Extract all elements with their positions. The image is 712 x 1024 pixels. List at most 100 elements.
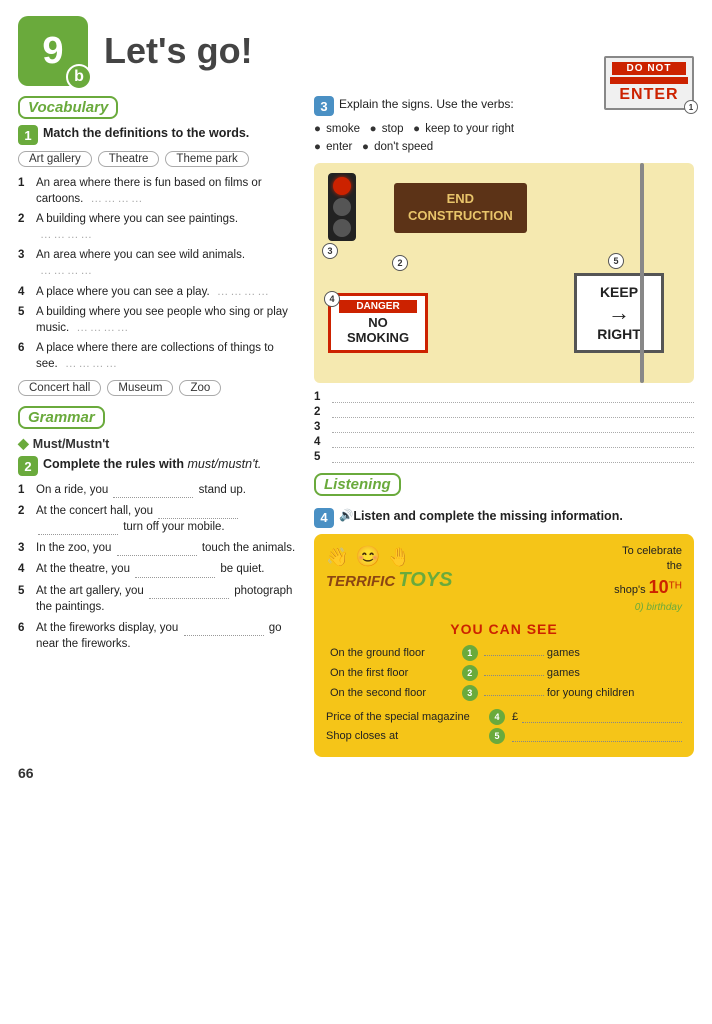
end-construction-sign: ENDCONSTRUCTION bbox=[394, 183, 527, 233]
sign-number-1: 1 bbox=[684, 100, 698, 114]
floor-badge-3: 3 bbox=[462, 685, 478, 701]
chapter-letter-badge: b bbox=[66, 64, 92, 90]
dne-line1: DO NOT bbox=[612, 62, 686, 75]
chapter-number: 9 bbox=[42, 30, 63, 73]
sign-answer-5: 5 bbox=[314, 451, 694, 463]
fill-item-4: 4 At the theatre, you be quiet. bbox=[18, 561, 298, 577]
definition-2: 2 A building where you can see paintings… bbox=[18, 211, 298, 243]
sign-answer-3: 3 bbox=[314, 421, 694, 433]
shop-row: Shop closes at 5 bbox=[326, 728, 682, 744]
chapter-letter: b bbox=[74, 68, 84, 86]
floor-row-3: On the second floor 3 for young children bbox=[326, 683, 682, 703]
smiley-icon: 😊 bbox=[356, 546, 381, 568]
exercise-4-instruction: Listen and complete the missing informat… bbox=[353, 508, 622, 526]
no-smoking-text: NOSMOKING bbox=[339, 315, 417, 346]
traffic-light bbox=[328, 173, 356, 241]
definition-1: 1 An area where there is fun based on fi… bbox=[18, 175, 298, 207]
tl-red-light bbox=[333, 177, 351, 195]
word-tags-top: Art gallery Theatre Theme park bbox=[18, 151, 298, 167]
definitions-list: 1 An area where there is fun based on fi… bbox=[18, 175, 298, 372]
exercise-1-badge: 1 bbox=[18, 125, 38, 145]
listening-header: Listening bbox=[314, 473, 401, 496]
right-column: DO NOT ENTER 1 3 Explain the signs. Use … bbox=[314, 96, 694, 757]
right-hand-icon: 🤚 bbox=[388, 547, 410, 567]
left-column: Vocabulary 1 Match the definitions to th… bbox=[18, 96, 298, 757]
definition-4: 4 A place where you can see a play. ………… bbox=[18, 284, 298, 300]
shop-label: Shop closes at bbox=[326, 730, 486, 742]
exercise-2-title: Complete the rules with must/mustn't. bbox=[43, 456, 261, 474]
price-badge: 4 bbox=[489, 709, 505, 725]
page-header: 9 b Let's go! bbox=[18, 10, 694, 86]
do-not-enter-sign: DO NOT ENTER 1 bbox=[604, 56, 694, 110]
tl-yellow-light bbox=[333, 198, 351, 216]
toys-box: 👋 😊 🤚 TERRIFIC TOYS To celebrate the sho… bbox=[314, 534, 694, 757]
exercise-4-title-row: 4 🔊 Listen and complete the missing info… bbox=[314, 508, 694, 528]
fill-item-1: 1 On a ride, you stand up. bbox=[18, 482, 298, 498]
grammar-rule: ◆ Must/Mustn't bbox=[18, 435, 298, 452]
price-row: Price of the special magazine 4 £ bbox=[326, 709, 682, 725]
tag-zoo: Zoo bbox=[179, 380, 221, 396]
grammar-header: Grammar bbox=[18, 406, 105, 429]
fill-item-2: 2 At the concert hall, you turn off your… bbox=[18, 503, 298, 535]
tag-museum: Museum bbox=[107, 380, 173, 396]
sign-num-4: 4 bbox=[324, 291, 340, 307]
tag-concert-hall: Concert hall bbox=[18, 380, 101, 396]
celebrate-text: To celebrate the shop's 10TH 0) birthday bbox=[614, 544, 682, 615]
sign-pole bbox=[640, 163, 644, 383]
exercise-3-instruction: Explain the signs. Use the verbs: bbox=[339, 97, 514, 111]
exercise-1-title: Match the definitions to the words. bbox=[43, 125, 249, 143]
sign-answer-4: 4 bbox=[314, 436, 694, 448]
birthday-label: 0) birthday bbox=[635, 602, 682, 613]
signs-image: 3 ENDCONSTRUCTION 2 5 DANGER NOSMOKING 4 bbox=[314, 163, 694, 383]
exercise-1-title-row: 1 Match the definitions to the words. bbox=[18, 125, 298, 145]
floor-fill-3 bbox=[484, 695, 544, 696]
fill-list: 1 On a ride, you stand up. 2 At the conc… bbox=[18, 482, 298, 652]
grammar-section: Grammar ◆ Must/Mustn't 2 Complete the ru… bbox=[18, 406, 298, 652]
vocabulary-header: Vocabulary bbox=[18, 96, 118, 119]
exercise-4-badge: 4 bbox=[314, 508, 334, 528]
floor-badge-1: 1 bbox=[462, 645, 478, 661]
terrific-text: TERRIFIC bbox=[326, 573, 395, 590]
exercise-2-badge: 2 bbox=[18, 456, 38, 476]
left-hand-icon: 👋 bbox=[326, 547, 348, 567]
you-can-see: YOU CAN SEE bbox=[326, 621, 682, 637]
sign-answers: 1 2 3 4 5 bbox=[314, 391, 694, 463]
tag-theatre: Theatre bbox=[98, 151, 160, 167]
fill-item-3: 3 In the zoo, you touch the animals. bbox=[18, 540, 298, 556]
floor-label-3: On the second floor bbox=[326, 683, 455, 703]
birthday-th: TH bbox=[669, 580, 682, 591]
definition-6: 6 A place where there are collections of… bbox=[18, 340, 298, 372]
main-content: Vocabulary 1 Match the definitions to th… bbox=[18, 96, 694, 757]
price-fill bbox=[522, 711, 682, 723]
no-smoking-sign: DANGER NOSMOKING bbox=[328, 293, 428, 353]
toys-text: TOYS bbox=[398, 569, 452, 591]
tag-theme-park: Theme park bbox=[165, 151, 248, 167]
floor-label-2: On the first floor bbox=[326, 663, 455, 683]
fill-item-5: 5 At the art gallery, you photograph the… bbox=[18, 583, 298, 615]
toys-header: 👋 😊 🤚 TERRIFIC TOYS To celebrate the sho… bbox=[326, 544, 682, 615]
signs-section: DO NOT ENTER 1 3 Explain the signs. Use … bbox=[314, 96, 694, 463]
keep-right-sign: KEEP → RIGHT bbox=[574, 273, 664, 353]
price-label: Price of the special magazine bbox=[326, 711, 486, 723]
shop-badge: 5 bbox=[489, 728, 505, 744]
floor-label-1: On the ground floor bbox=[326, 643, 455, 663]
sign-answer-1: 1 bbox=[314, 391, 694, 403]
verb-list: ● smoke ● stop ● keep to your right ● en… bbox=[314, 120, 694, 157]
word-tags-bottom: Concert hall Museum Zoo bbox=[18, 380, 298, 396]
floor-fill-1 bbox=[484, 655, 544, 656]
tl-green-light bbox=[333, 219, 351, 237]
listen-icon: 🔊 bbox=[339, 508, 353, 522]
sign-answer-2: 2 bbox=[314, 406, 694, 418]
exercise-2-title-row: 2 Complete the rules with must/mustn't. bbox=[18, 456, 298, 476]
floor-table: On the ground floor 1 games On the first… bbox=[326, 643, 682, 703]
vocabulary-section: Vocabulary 1 Match the definitions to th… bbox=[18, 96, 298, 396]
tag-art-gallery: Art gallery bbox=[18, 151, 92, 167]
dne-line2: ENTER bbox=[612, 86, 686, 104]
chapter-number-badge: 9 b bbox=[18, 16, 88, 86]
shop-fill bbox=[512, 730, 682, 742]
page-number: 66 bbox=[18, 765, 694, 781]
floor-badge-2: 2 bbox=[462, 665, 478, 681]
fill-item-6: 6 At the fireworks display, you go near … bbox=[18, 620, 298, 652]
listening-section: Listening 4 🔊 Listen and complete the mi… bbox=[314, 473, 694, 757]
danger-label: DANGER bbox=[339, 300, 417, 313]
